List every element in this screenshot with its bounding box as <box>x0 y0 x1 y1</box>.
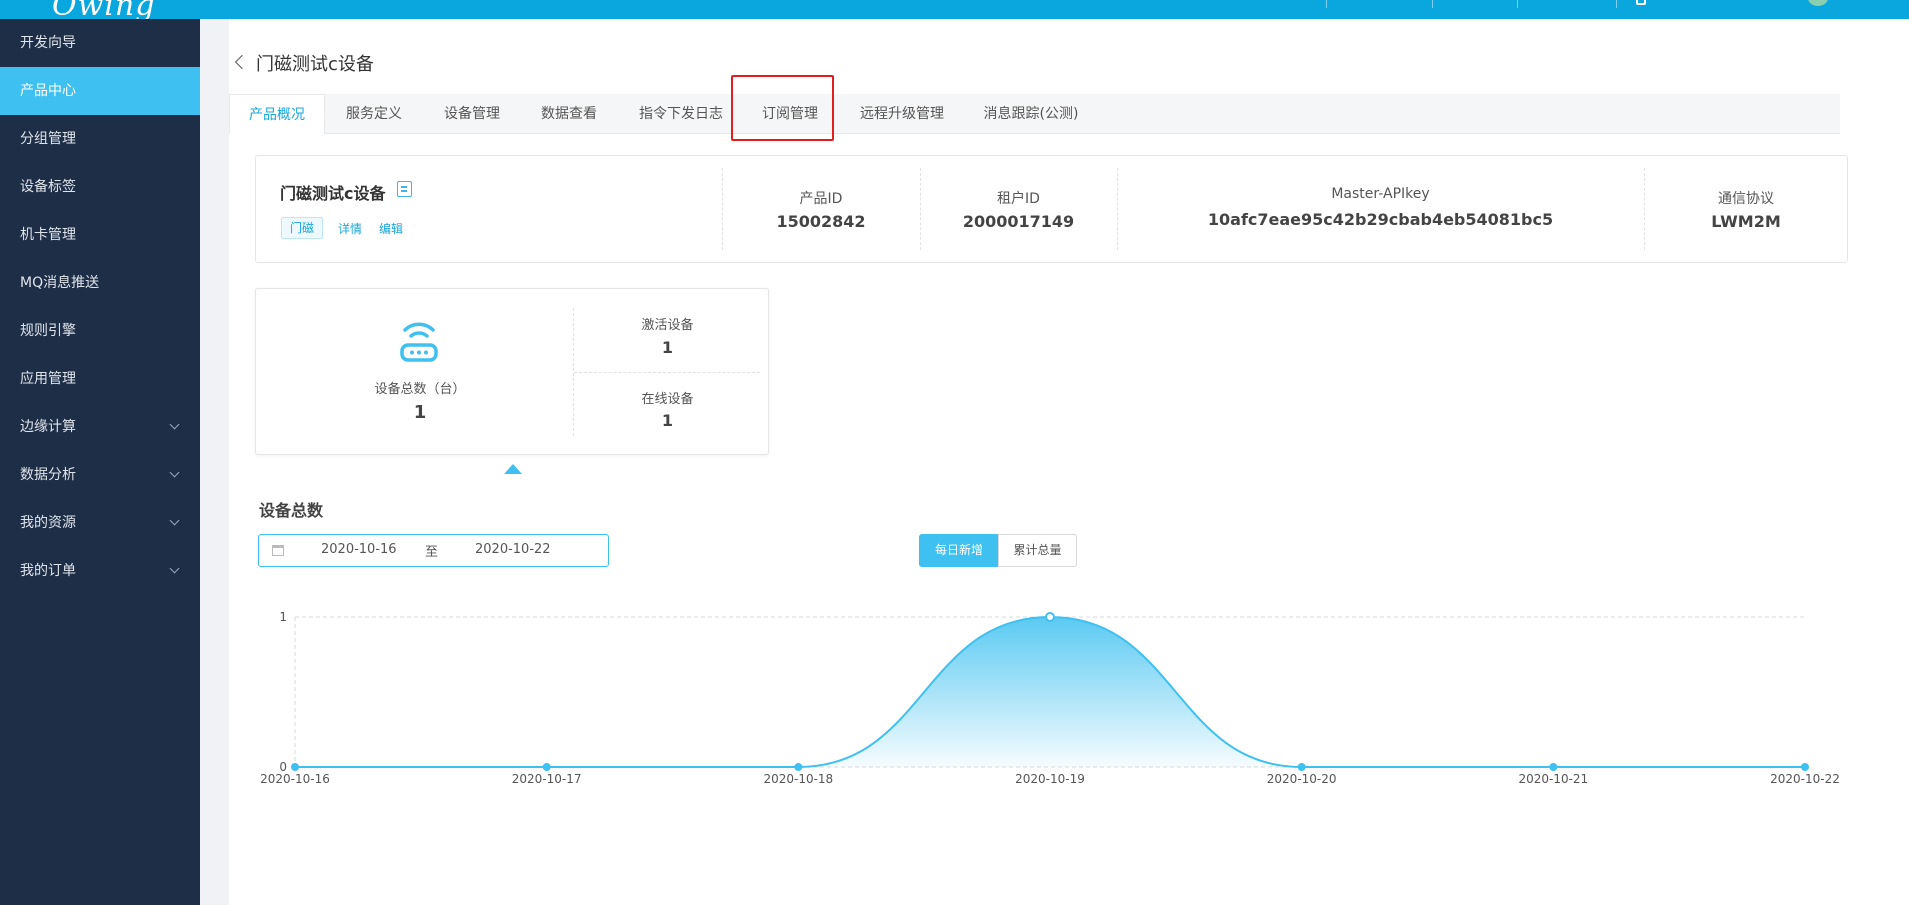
chevron-down-icon <box>169 563 180 574</box>
calendar-icon <box>272 545 284 556</box>
protocol-value: LWM2M <box>1711 212 1781 231</box>
edit-link[interactable]: 编辑 <box>379 220 403 237</box>
data-point <box>1045 612 1055 622</box>
activated-devices-label: 激活设备 <box>641 318 694 333</box>
sidebar-item-label: 分组管理 <box>20 131 76 147</box>
top-navbar: Owing <box>0 0 1909 23</box>
sidebar-item-label: 规则引擎 <box>20 323 76 339</box>
online-devices-label: 在线设备 <box>641 392 694 407</box>
sidebar-item-label: 数据分析 <box>20 467 76 483</box>
highlight-box <box>731 75 834 141</box>
date-start[interactable]: 2020-10-16 <box>321 542 397 557</box>
sidebar-item-mq-push[interactable]: MQ消息推送 <box>0 259 200 307</box>
avatar[interactable] <box>1808 0 1828 6</box>
sidebar-item-label: MQ消息推送 <box>20 275 100 291</box>
sidebar-item-group-management[interactable]: 分组管理 <box>0 115 200 163</box>
user-icon[interactable] <box>1636 0 1646 5</box>
data-point <box>542 763 551 771</box>
sidebar-item-label: 产品中心 <box>20 83 76 99</box>
sidebar-item-device-tags[interactable]: 设备标签 <box>0 163 200 211</box>
data-point <box>1801 763 1809 771</box>
tab-command-log[interactable]: 指令下发日志 <box>622 94 740 134</box>
x-tick-label: 2020-10-16 <box>260 772 330 786</box>
x-tick-label: 2020-10-21 <box>1518 772 1588 786</box>
chart-title: 设备总数 <box>259 501 324 520</box>
sidebar-item-app-management[interactable]: 应用管理 <box>0 355 200 403</box>
tenant-id-value: 2000017149 <box>962 212 1075 231</box>
sidebar-item-label: 我的订单 <box>20 563 76 579</box>
sidebar-item-label: 边缘计算 <box>20 419 76 435</box>
x-tick-label: 2020-10-17 <box>512 772 582 786</box>
document-icon[interactable] <box>397 181 412 197</box>
activated-devices-value: 1 <box>661 338 674 357</box>
navbar-divider <box>1326 0 1327 8</box>
apikey-label: Master-APIkey <box>1331 186 1430 202</box>
data-point <box>1297 763 1306 771</box>
tab-message-tracking[interactable]: 消息跟踪(公测) <box>975 94 1087 134</box>
divider <box>722 168 723 250</box>
date-separator: 至 <box>425 545 439 560</box>
series-area <box>295 617 1805 767</box>
navbar-divider <box>1432 0 1433 8</box>
tab-service-definition[interactable]: 服务定义 <box>325 94 423 134</box>
sidebar-item-dev-guide[interactable]: 开发向导 <box>0 19 200 67</box>
divider <box>1644 168 1645 250</box>
content-gutter <box>200 19 229 905</box>
page-title: 门磁测试c设备 <box>256 54 374 75</box>
protocol-label: 通信协议 <box>1718 191 1774 207</box>
chevron-down-icon <box>169 515 180 526</box>
router-icon <box>400 322 438 362</box>
sidebar-item-rule-engine[interactable]: 规则引擎 <box>0 307 200 355</box>
product-tag: 门磁 <box>281 217 323 239</box>
sidebar-item-label: 开发向导 <box>20 35 76 51</box>
tab-product-overview[interactable]: 产品概况 <box>229 94 325 134</box>
sidebar-item-label: 应用管理 <box>20 371 76 387</box>
device-total-label: 设备总数（台） <box>374 382 466 397</box>
selection-pointer <box>504 464 522 474</box>
divider <box>1117 168 1118 250</box>
tenant-id-label: 租户ID <box>997 191 1040 207</box>
date-end[interactable]: 2020-10-22 <box>475 542 551 557</box>
detail-link[interactable]: 详情 <box>338 220 362 237</box>
navbar-divider <box>1517 0 1518 8</box>
data-point <box>1549 763 1558 771</box>
y-tick-label: 0 <box>279 760 287 774</box>
sidebar-item-product-center[interactable]: 产品中心 <box>0 67 200 115</box>
navbar-divider <box>1616 0 1617 8</box>
y-tick-label: 1 <box>279 610 287 624</box>
sidebar-item-my-resources[interactable]: 我的资源 <box>0 499 200 547</box>
sidebar-item-label: 机卡管理 <box>20 227 76 243</box>
data-point <box>794 763 803 771</box>
divider <box>574 372 760 373</box>
sidebar-item-data-analysis[interactable]: 数据分析 <box>0 451 200 499</box>
sidebar-item-label: 我的资源 <box>20 515 76 531</box>
device-count-chart: 2020-10-16 2020-10-17 2020-10-18 2020-10-19… <box>260 610 1840 786</box>
product-id-value: 15002842 <box>776 212 866 231</box>
x-tick-label: 2020-10-20 <box>1267 772 1337 786</box>
cumulative-total-button[interactable]: 累计总量 <box>998 534 1077 567</box>
chevron-down-icon <box>169 467 180 478</box>
apikey-value: 10afc7eae95c42b29cbab4eb54081bc5 <box>1207 210 1554 229</box>
tab-remote-upgrade[interactable]: 远程升级管理 <box>850 94 954 134</box>
device-total-value: 1 <box>413 402 427 423</box>
product-name: 门磁测试c设备 <box>280 184 386 203</box>
chevron-down-icon <box>169 419 180 430</box>
sidebar-item-sim-management[interactable]: 机卡管理 <box>0 211 200 259</box>
product-id-label: 产品ID <box>799 191 843 207</box>
tab-data-view[interactable]: 数据查看 <box>521 94 617 134</box>
x-tick-label: 2020-10-22 <box>1770 772 1840 786</box>
x-tick-label: 2020-10-19 <box>1015 772 1085 786</box>
product-info-card <box>255 155 1848 263</box>
sidebar-item-edge-computing[interactable]: 边缘计算 <box>0 403 200 451</box>
data-point <box>291 763 299 771</box>
divider <box>920 168 921 250</box>
sidebar-item-my-orders[interactable]: 我的订单 <box>0 547 200 595</box>
sidebar-item-label: 设备标签 <box>20 179 76 195</box>
tab-device-management[interactable]: 设备管理 <box>423 94 521 134</box>
x-tick-label: 2020-10-18 <box>763 772 833 786</box>
online-devices-value: 1 <box>661 411 674 430</box>
daily-new-button[interactable]: 每日新增 <box>919 534 999 567</box>
